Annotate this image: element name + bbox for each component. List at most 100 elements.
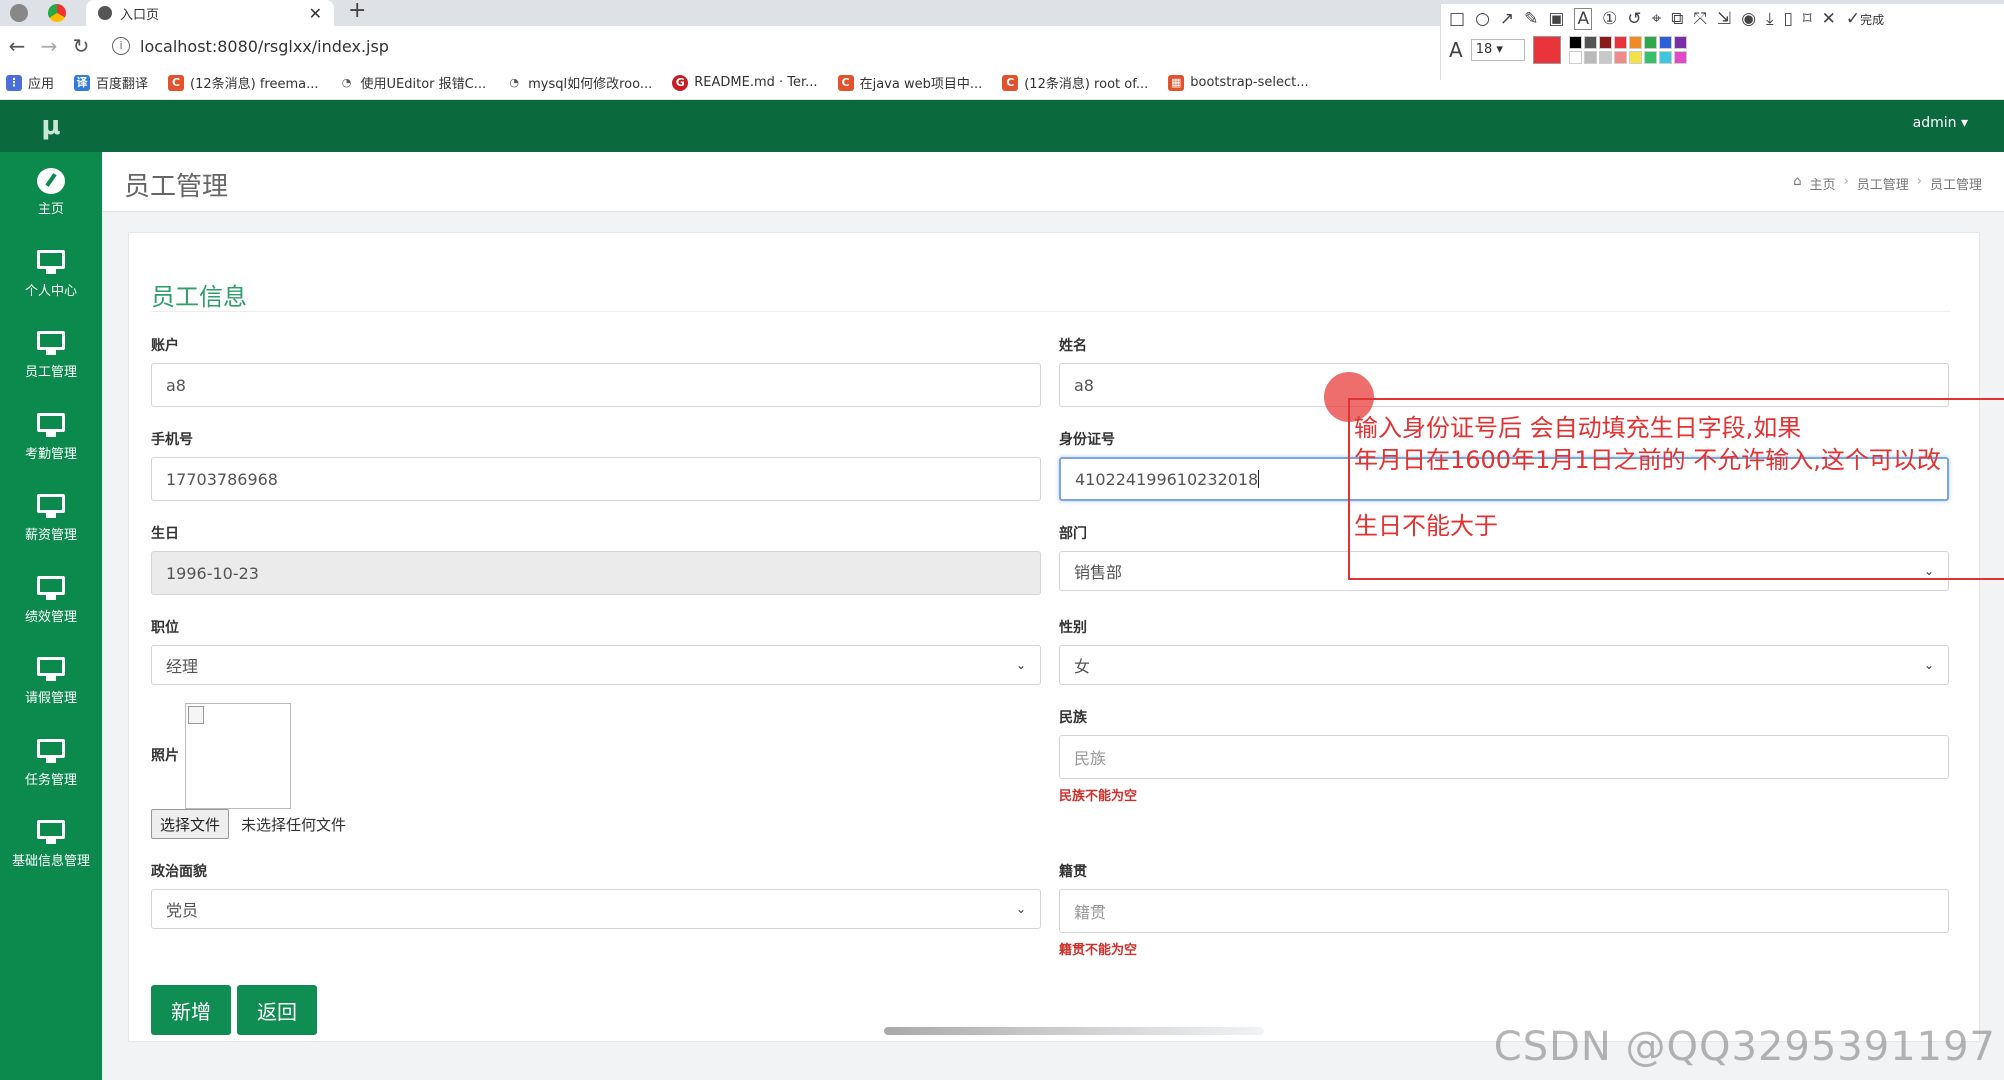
phone-input[interactable]: 17703786968	[151, 457, 1041, 501]
add-button[interactable]: 新增	[151, 985, 231, 1035]
birthday-label: 生日	[151, 526, 179, 542]
bookmark-item[interactable]: ▦ bootstrap-select...	[1168, 74, 1309, 91]
sidebar-item-home[interactable]: 主页	[0, 152, 102, 234]
ethnicity-label: 民族	[1059, 710, 1087, 726]
photo-preview	[185, 703, 291, 809]
bookmark-item[interactable]: 译百度翻译	[74, 73, 148, 92]
breadcrumb-item[interactable]: 员工管理	[1857, 174, 1909, 193]
csdn-icon: C	[168, 74, 185, 91]
color-swatch[interactable]	[1658, 51, 1672, 64]
pen-tool-icon[interactable]: ✎	[1524, 9, 1538, 29]
done-button[interactable]: ✓完成	[1846, 9, 1884, 29]
new-tab-icon[interactable]: +	[348, 0, 366, 22]
forward-arrow-icon[interactable]: →	[34, 34, 64, 58]
csdn-icon: C	[837, 74, 854, 91]
bookmark-item[interactable]: C (12条消息) root of...	[1002, 73, 1148, 92]
sidebar-item-attendance[interactable]: 考勤管理	[0, 397, 102, 479]
tab-title: 入口页	[120, 7, 160, 23]
reload-icon[interactable]: ↻	[66, 34, 96, 58]
site-info-icon[interactable]: i	[112, 37, 130, 55]
ocr-icon[interactable]: ⤧	[1693, 9, 1707, 29]
color-swatch[interactable]	[1643, 51, 1657, 64]
gender-select[interactable]: 女 ⌄	[1059, 645, 1949, 685]
back-button[interactable]: 返回	[237, 985, 317, 1035]
scroll-capture-icon[interactable]: ⇲	[1717, 9, 1731, 29]
choose-file-button[interactable]: 选择文件	[151, 809, 230, 839]
color-swatch[interactable]	[1658, 36, 1672, 49]
color-swatch[interactable]	[1613, 51, 1627, 64]
breadcrumb-item[interactable]: 主页	[1810, 174, 1836, 193]
page-header: 员工管理 ⌂ 主页 › 员工管理 › 员工管理	[102, 152, 2004, 212]
color-swatch[interactable]	[1628, 51, 1642, 64]
user-menu[interactable]: admin ▾	[1913, 115, 1968, 131]
bookmark-item[interactable]: ◔ mysql如何修改roo...	[506, 73, 652, 92]
ellipse-tool-icon[interactable]: ○	[1475, 9, 1490, 29]
tab-favicon-icon[interactable]	[10, 4, 28, 22]
sidebar-item-personal[interactable]: 个人中心	[0, 234, 102, 316]
sidebar-item-label: 考勤管理	[24, 446, 77, 462]
color-swatch[interactable]	[1598, 51, 1612, 64]
bookmark-item[interactable]: ⋮ 应用	[6, 73, 54, 92]
chrome-icon[interactable]	[48, 4, 66, 22]
close-icon[interactable]: ✕	[1822, 9, 1836, 29]
bookmark-item[interactable]: ◔ 使用UEditor 报错C...	[338, 73, 486, 92]
breadcrumb: ⌂ 主页 › 员工管理 › 员工管理	[1793, 174, 1982, 193]
ethnicity-input[interactable]: 民族	[1059, 735, 1949, 779]
number-tool-icon[interactable]: ①	[1602, 9, 1617, 29]
sidebar-item-label: 请假管理	[24, 691, 77, 707]
sidebar-item-label: 绩效管理	[24, 609, 77, 625]
pin-icon[interactable]: ⌖	[1652, 9, 1662, 29]
url-field[interactable]: i localhost:8080/rsglxx/index.jsp	[112, 32, 1412, 60]
sidebar-item-label: 薪资管理	[24, 528, 77, 544]
sidebar-item-employees[interactable]: 员工管理	[0, 315, 102, 397]
record-icon[interactable]: ◉	[1741, 9, 1756, 29]
position-select[interactable]: 经理 ⌄	[151, 645, 1041, 685]
bookmark-icon[interactable]: ⌑	[1803, 9, 1812, 29]
account-input[interactable]: a8	[151, 363, 1041, 407]
rectangle-tool-icon[interactable]: □	[1449, 9, 1465, 29]
monitor-icon	[37, 575, 65, 600]
browser-tab-active[interactable]: 入口页 ✕	[86, 0, 334, 26]
broken-image-icon	[188, 706, 204, 724]
color-palette[interactable]	[1568, 36, 1687, 64]
sidebar-item-label: 个人中心	[24, 283, 77, 299]
arrow-tool-icon[interactable]: ↗	[1500, 9, 1514, 29]
mosaic-tool-icon[interactable]: ▣	[1548, 9, 1564, 29]
sidebar-item-label: 主页	[37, 202, 64, 218]
bookmark-item[interactable]: C 在java web项目中...	[837, 73, 982, 92]
id-number-label: 身份证号	[1059, 432, 1115, 448]
color-swatch[interactable]	[1673, 51, 1687, 64]
color-swatch[interactable]	[1568, 36, 1582, 49]
color-swatch[interactable]	[1583, 36, 1597, 49]
sidebar-item-salary[interactable]: 薪资管理	[0, 478, 102, 560]
sidebar-item-leave[interactable]: 请假管理	[0, 641, 102, 723]
chevron-down-icon: ⌄	[1015, 658, 1026, 672]
horizontal-scrollbar[interactable]	[884, 1027, 1264, 1035]
active-color-swatch[interactable]	[1532, 36, 1561, 64]
tab-close-icon[interactable]: ✕	[309, 4, 322, 23]
sidebar-item-label: 基础信息管理	[11, 854, 90, 870]
bookmark-item[interactable]: C (12条消息) freema...	[168, 73, 319, 92]
color-swatch[interactable]	[1673, 36, 1687, 49]
color-swatch[interactable]	[1628, 36, 1642, 49]
font-size-select[interactable]: 18 ▾	[1470, 39, 1525, 61]
employee-form-panel: 员工信息 账户 a8 姓名 a8 手机号 17703786968 身份证号 41…	[128, 232, 1980, 1042]
back-arrow-icon[interactable]: ←	[2, 34, 32, 58]
color-swatch[interactable]	[1568, 51, 1582, 64]
color-swatch[interactable]	[1598, 36, 1612, 49]
native-place-input[interactable]: 籍贯	[1059, 889, 1949, 933]
undo-icon[interactable]: ↺	[1627, 9, 1641, 29]
save-icon[interactable]: ▯	[1784, 9, 1793, 29]
monitor-icon	[37, 331, 65, 356]
color-swatch[interactable]	[1643, 36, 1657, 49]
sidebar-item-performance[interactable]: 绩效管理	[0, 560, 102, 642]
text-tool-icon[interactable]: A	[1574, 8, 1593, 30]
bookmark-item[interactable]: G README.md · Ter...	[672, 74, 818, 91]
color-swatch[interactable]	[1583, 51, 1597, 64]
download-icon[interactable]: ⤓	[1766, 9, 1774, 29]
sidebar-item-basic-info[interactable]: 基础信息管理	[0, 804, 102, 886]
sidebar-item-tasks[interactable]: 任务管理	[0, 723, 102, 805]
translate-icon[interactable]: ⧉	[1671, 9, 1683, 29]
political-select[interactable]: 党员 ⌄	[151, 889, 1041, 929]
color-swatch[interactable]	[1613, 36, 1627, 49]
